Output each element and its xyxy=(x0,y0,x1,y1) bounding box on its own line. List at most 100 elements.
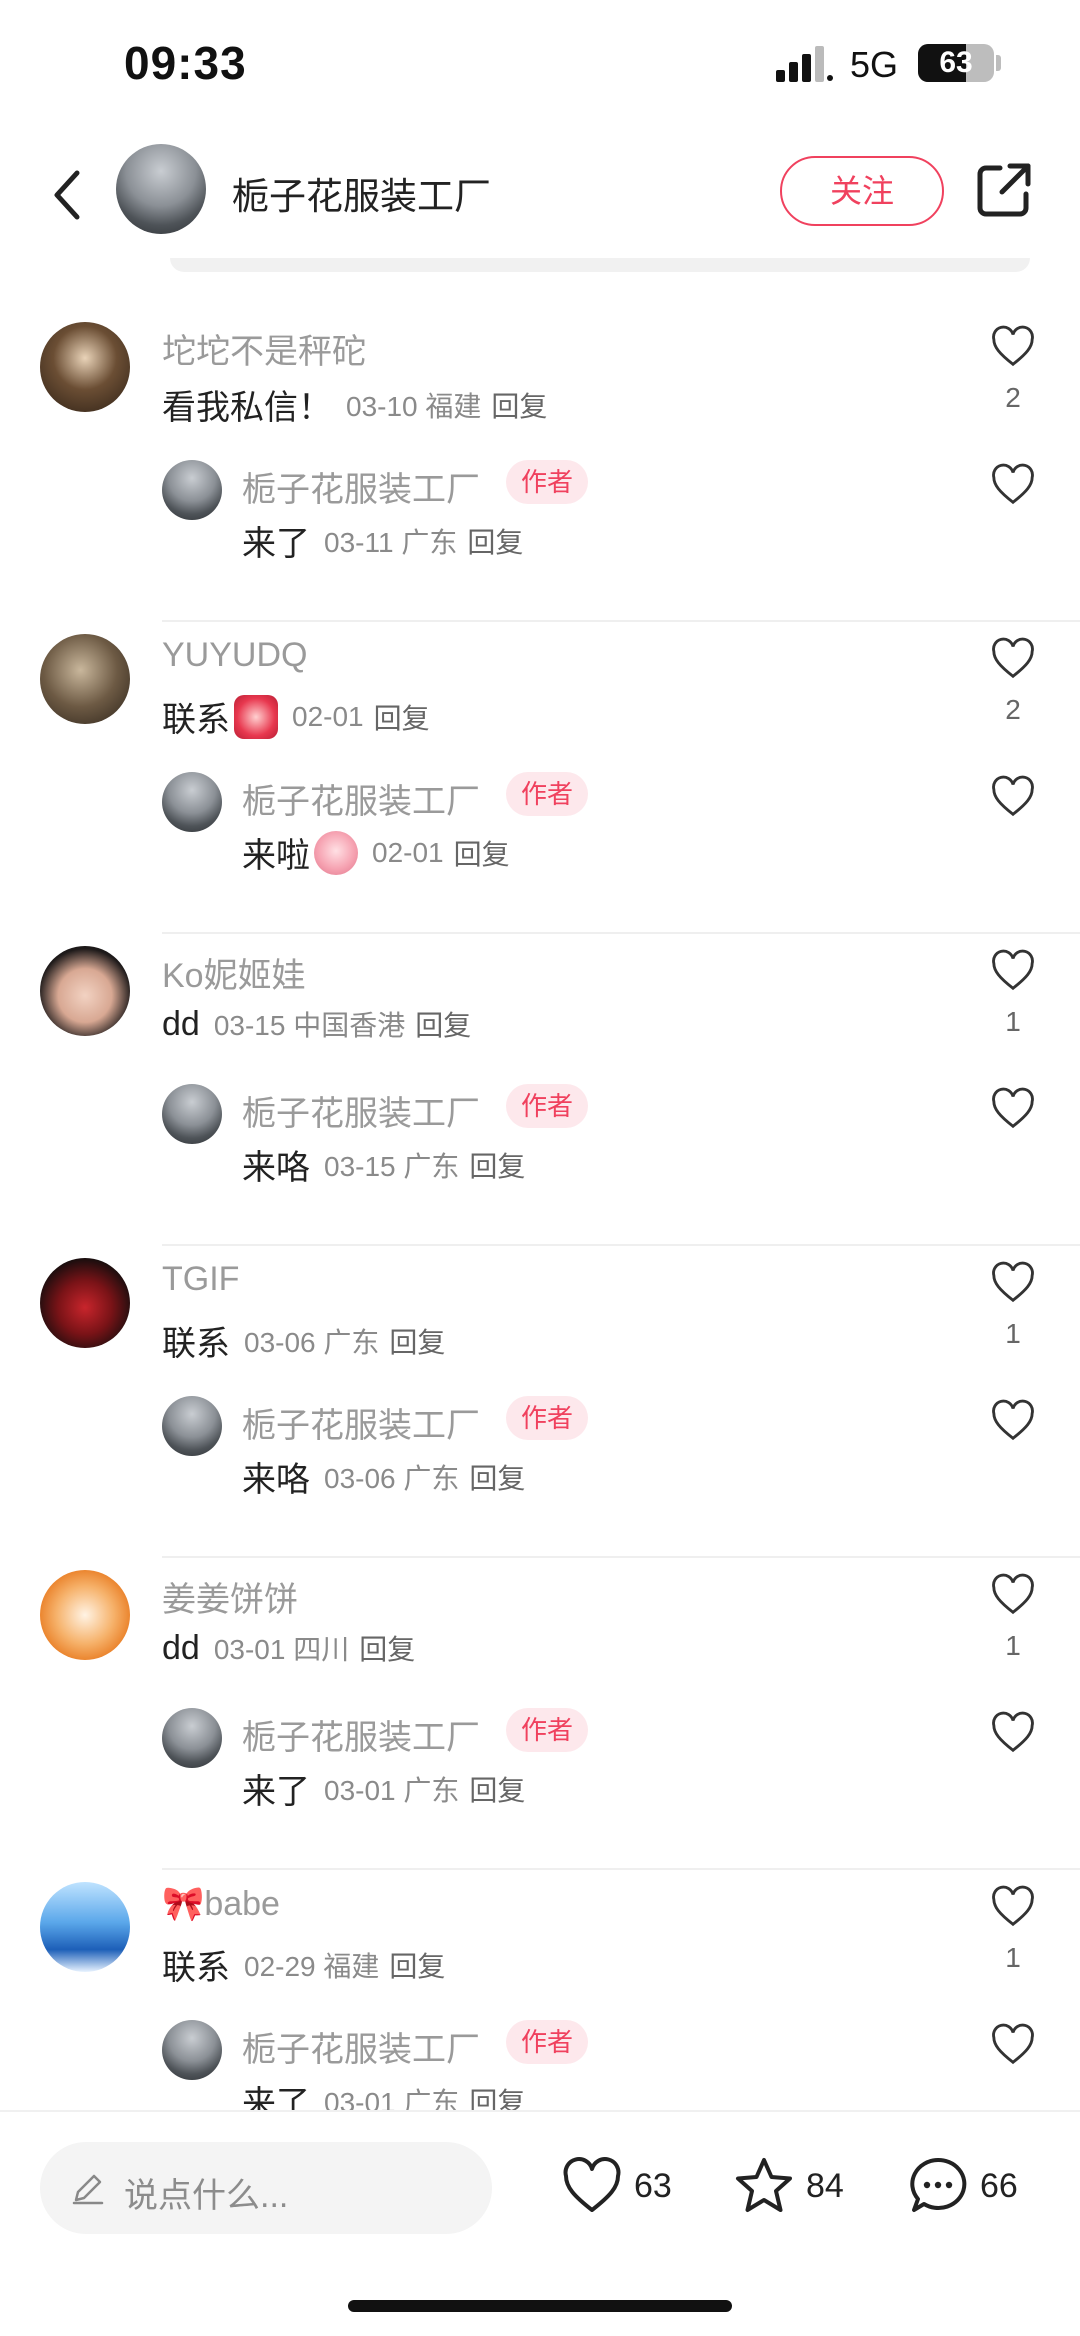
reply-username[interactable]: 栀子花服装工厂 xyxy=(242,1086,480,1135)
reply-link[interactable]: 回复 xyxy=(469,1145,525,1185)
comment-meta: 03-15 中国香港 xyxy=(213,1010,406,1041)
comment-body[interactable]: 看我私信！ 03-10 福建 回复 xyxy=(162,380,547,429)
reply-link[interactable]: 回复 xyxy=(469,2081,525,2111)
heart-icon[interactable] xyxy=(990,636,1036,682)
comment-meta: 03-06 广东 xyxy=(244,1326,380,1358)
heart-icon[interactable] xyxy=(990,1710,1036,1756)
comment-text: 看我私信！ xyxy=(162,389,332,427)
author-badge: 作者 xyxy=(506,1396,588,1440)
reply-link[interactable]: 回复 xyxy=(467,521,523,561)
header: 栀子花服装工厂 关注 xyxy=(0,130,1080,260)
heart-icon[interactable] xyxy=(990,1884,1036,1930)
reply-body[interactable]: 来了 03-11 广东 回复 xyxy=(242,516,523,565)
reply-link[interactable]: 回复 xyxy=(454,833,510,873)
pen-icon xyxy=(72,2174,104,2205)
comment-username[interactable]: 🎀babe xyxy=(162,1884,280,1924)
follow-button[interactable]: 关注 xyxy=(780,156,944,226)
reply-link[interactable]: 回复 xyxy=(389,1945,445,1985)
reply-body[interactable]: 来了 03-01 广东 回复 xyxy=(242,1764,525,1813)
author-avatar[interactable] xyxy=(116,144,206,234)
avatar[interactable] xyxy=(40,322,130,412)
heart-icon[interactable] xyxy=(990,2022,1036,2068)
reply-username[interactable]: 栀子花服装工厂 xyxy=(242,1710,480,1759)
heart-icon[interactable] xyxy=(990,948,1036,994)
avatar[interactable] xyxy=(162,1396,222,1456)
like-count: 1 xyxy=(1005,1942,1021,1973)
reply-text: 来了 xyxy=(242,2085,310,2110)
avatar[interactable] xyxy=(40,946,130,1036)
avatar[interactable] xyxy=(162,1708,222,1768)
like-count: 1 xyxy=(1005,1630,1021,1661)
favorite-button[interactable]: 84 xyxy=(732,2154,844,2218)
like-count: 2 xyxy=(1005,382,1021,413)
avatar[interactable] xyxy=(40,1882,130,1972)
avatar[interactable] xyxy=(40,1570,130,1660)
like-count: 1 xyxy=(1005,1006,1021,1037)
reply-meta: 03-01 广东 xyxy=(324,1774,460,1806)
comment-body[interactable]: 联系 02-29 福建 回复 xyxy=(162,1940,445,1989)
comment-thread: Ko妮姬娃 dd 03-15 中国香港 回复 1 栀子花服装工厂 作者 来咯 0… xyxy=(0,934,1080,1246)
comment-text: 联系 xyxy=(162,701,230,739)
avatar[interactable] xyxy=(40,1258,130,1348)
comment-button[interactable]: 66 xyxy=(906,2154,1018,2218)
comment-thread: 坨坨不是秤砣 看我私信！ 03-10 福建 回复 2 栀子花服装工厂 作者 来了… xyxy=(0,310,1080,622)
reply-link[interactable]: 回复 xyxy=(415,1004,471,1044)
comment-thread: YUYUDQ 联系 02-01 回复 2 栀子花服装工厂 作者 来啦 02-01… xyxy=(0,622,1080,934)
heart-icon[interactable] xyxy=(990,462,1036,508)
heart-icon[interactable] xyxy=(990,1572,1036,1618)
comment-meta: 02-01 xyxy=(292,700,364,732)
comment-list[interactable]: 坨坨不是秤砣 看我私信！ 03-10 福建 回复 2 栀子花服装工厂 作者 来了… xyxy=(0,310,1080,2110)
author-badge: 作者 xyxy=(506,460,588,504)
reply-username[interactable]: 栀子花服装工厂 xyxy=(242,1398,480,1447)
reply-link[interactable]: 回复 xyxy=(359,1628,415,1668)
reply-link[interactable]: 回复 xyxy=(374,697,430,737)
comment-username[interactable]: YUYUDQ xyxy=(162,636,307,675)
heart-icon[interactable] xyxy=(990,1086,1036,1132)
favorite-total: 84 xyxy=(806,2166,844,2205)
reply-body[interactable]: 来咯 03-06 广东 回复 xyxy=(242,1452,525,1501)
heart-icon[interactable] xyxy=(990,774,1036,820)
reply-meta: 03-01 广东 xyxy=(324,2086,460,2111)
avatar[interactable] xyxy=(162,2020,222,2080)
heart-icon[interactable] xyxy=(990,1260,1036,1306)
avatar[interactable] xyxy=(40,634,130,724)
reply-text: 来啦 xyxy=(242,837,310,875)
network-type: 5G xyxy=(850,44,899,85)
like-total: 63 xyxy=(634,2166,672,2205)
comment-username[interactable]: 姜姜饼饼 xyxy=(162,1572,298,1621)
avatar[interactable] xyxy=(162,772,222,832)
reply-username[interactable]: 栀子花服装工厂 xyxy=(242,2022,480,2071)
reply-username[interactable]: 栀子花服装工厂 xyxy=(242,774,480,823)
author-badge: 作者 xyxy=(506,1084,588,1128)
status-bar: 09:33 5G 63 xyxy=(0,0,1080,130)
comment-username[interactable]: TGIF xyxy=(162,1260,239,1299)
reply-link[interactable]: 回复 xyxy=(469,1457,525,1497)
comment-body[interactable]: dd 03-01 四川 回复 xyxy=(162,1628,415,1668)
author-name[interactable]: 栀子花服装工厂 xyxy=(232,166,491,220)
reply-meta: 03-11 广东 xyxy=(324,526,458,558)
comment-input[interactable]: 说点什么... xyxy=(40,2142,492,2234)
comment-body[interactable]: 联系 02-01 回复 xyxy=(162,692,430,741)
like-button[interactable]: 63 xyxy=(560,2154,672,2218)
heart-icon[interactable] xyxy=(990,1398,1036,1444)
reply-body[interactable]: 来啦 02-01 回复 xyxy=(242,828,510,877)
reply-link[interactable]: 回复 xyxy=(389,1321,445,1361)
input-placeholder: 说点什么... xyxy=(124,2177,289,2215)
comment-body[interactable]: dd 03-15 中国香港 回复 xyxy=(162,1004,471,1044)
comment-body[interactable]: 联系 03-06 广东 回复 xyxy=(162,1316,445,1365)
comment-username[interactable]: 坨坨不是秤砣 xyxy=(162,324,366,373)
heart-icon[interactable] xyxy=(990,324,1036,370)
back-button[interactable] xyxy=(36,160,96,230)
reply-username[interactable]: 栀子花服装工厂 xyxy=(242,462,480,511)
author-badge: 作者 xyxy=(506,772,588,816)
avatar[interactable] xyxy=(162,1084,222,1144)
comment-username[interactable]: Ko妮姬娃 xyxy=(162,948,306,997)
reply-link[interactable]: 回复 xyxy=(491,385,547,425)
reply-link[interactable]: 回复 xyxy=(469,1769,525,1809)
reply-body[interactable]: 来咯 03-15 广东 回复 xyxy=(242,1140,525,1189)
share-external-icon[interactable] xyxy=(974,160,1034,220)
home-indicator[interactable] xyxy=(348,2300,732,2312)
reply-body[interactable]: 来了 03-01 广东 回复 xyxy=(242,2076,525,2110)
avatar[interactable] xyxy=(162,460,222,520)
heart-icon xyxy=(563,2157,621,2212)
